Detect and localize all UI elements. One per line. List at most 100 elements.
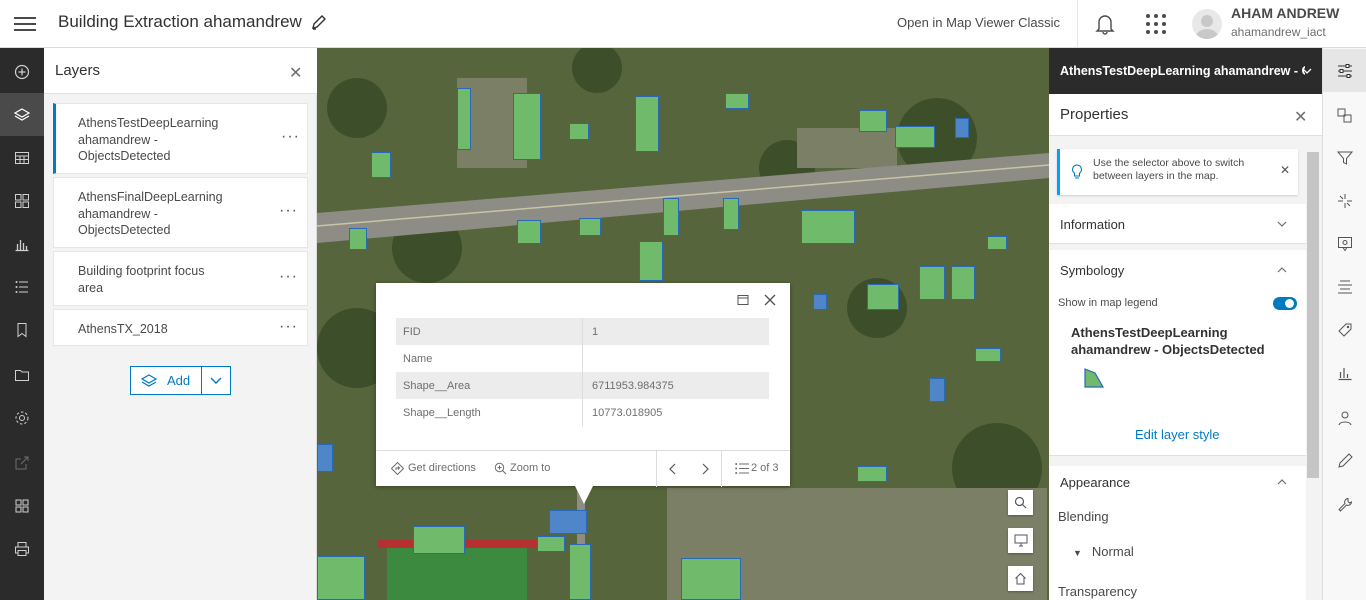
appearance-section: Appearance Blending ▼ Normal Transparency: [1049, 466, 1306, 600]
more-options-icon[interactable]: ···: [279, 268, 298, 286]
field-name: Shape__Area: [403, 380, 471, 392]
add-icon[interactable]: [0, 50, 44, 93]
properties-panel: Properties ✕ Use the selector above to s…: [1049, 94, 1322, 600]
building-footprint: [517, 220, 541, 244]
building-footprint: [537, 536, 565, 552]
styles-icon[interactable]: [1323, 93, 1366, 136]
add-layer-button[interactable]: Add: [130, 366, 202, 395]
building-footprint: [317, 556, 365, 600]
close-icon[interactable]: [764, 294, 776, 306]
table-row: Shape__Area 6711953.984375: [396, 372, 769, 399]
table-icon[interactable]: [0, 136, 44, 179]
add-dropdown-button[interactable]: [201, 366, 231, 395]
building-footprint: [987, 236, 1007, 250]
properties-icon[interactable]: [1323, 49, 1366, 92]
edit-layer-style-link[interactable]: Edit layer style: [1135, 427, 1220, 442]
more-options-icon[interactable]: ···: [279, 202, 298, 220]
building-footprint: [663, 198, 679, 236]
search-button[interactable]: [1008, 490, 1033, 515]
field-value: 6711953.984375: [592, 380, 674, 392]
configure-icon[interactable]: [1323, 396, 1366, 439]
layers-icon: [141, 374, 157, 387]
avatar[interactable]: [1192, 9, 1222, 39]
effects-icon[interactable]: [1323, 179, 1366, 222]
chevron-left-icon[interactable]: [668, 463, 678, 475]
building-footprint: [569, 123, 589, 140]
dock-icon[interactable]: [737, 294, 749, 306]
settings-icon[interactable]: [0, 396, 44, 439]
layer-item[interactable]: AthensFinalDeepLearning ahamandrew - Obj…: [53, 177, 308, 248]
tools-icon[interactable]: [1323, 483, 1366, 526]
divider: [656, 451, 657, 487]
more-options-icon[interactable]: ···: [281, 128, 300, 146]
apps-icon[interactable]: [0, 484, 44, 527]
zoom-to-button[interactable]: Zoom to: [510, 462, 550, 474]
building-footprint: [955, 118, 969, 138]
layer-item[interactable]: AthensTX_2018 ···: [53, 309, 308, 346]
chevron-down-icon: [1302, 68, 1312, 74]
symbol-layer-name: AthensTestDeepLearning ahamandrew - Obje…: [1071, 325, 1265, 357]
layer-selector[interactable]: AthensTestDeepLearning ahamandrew - Obje…: [1049, 48, 1322, 94]
sketch-icon[interactable]: [1323, 439, 1366, 482]
home-button[interactable]: [1008, 566, 1033, 591]
legend-toggle-label: Show in map legend: [1058, 297, 1158, 309]
selected-layer-name: AthensTestDeepLearning ahamandrew - Obje…: [1060, 64, 1305, 78]
chevron-up-icon[interactable]: [1277, 478, 1287, 486]
building-footprint: [371, 152, 391, 178]
table-row: FID 1: [396, 318, 769, 345]
app-launcher-icon[interactable]: [1145, 13, 1167, 35]
chevron-up-icon[interactable]: [1277, 266, 1287, 274]
layers-icon[interactable]: [0, 93, 44, 136]
feature-popup: FID 1 Name Shape__Area 6711953.984375 Sh…: [376, 283, 790, 487]
directions-icon: [391, 462, 404, 475]
screen-button[interactable]: [1008, 528, 1033, 553]
chevron-down-icon[interactable]: [1277, 220, 1287, 228]
share-icon[interactable]: [0, 441, 44, 484]
user-name[interactable]: AHAM ANDREW: [1231, 5, 1339, 21]
layer-item[interactable]: AthensTestDeepLearning ahamandrew - Obje…: [53, 103, 308, 174]
charts-icon[interactable]: [0, 222, 44, 265]
right-toolbar: [1322, 48, 1366, 600]
building-footprint: [857, 466, 887, 482]
pencil-icon[interactable]: [310, 14, 328, 32]
field-name: Shape__Length: [403, 407, 481, 419]
menu-icon[interactable]: [14, 14, 36, 34]
layer-label: Building footprint focus area: [78, 264, 205, 295]
print-icon[interactable]: [0, 527, 44, 570]
more-options-icon[interactable]: ···: [279, 318, 298, 336]
popups-icon[interactable]: [1323, 222, 1366, 265]
scrollbar[interactable]: [1307, 152, 1319, 478]
section-title: Appearance: [1060, 475, 1131, 490]
symbology-section: Symbology Show in map legend AthensTestD…: [1049, 250, 1306, 456]
chevron-right-icon[interactable]: [700, 463, 710, 475]
home-icon: [1015, 572, 1026, 585]
blending-label: Blending: [1058, 509, 1109, 524]
open-classic-link[interactable]: Open in Map Viewer Classic: [897, 15, 1060, 30]
legend-toggle[interactable]: [1273, 297, 1297, 310]
folder-icon[interactable]: [0, 353, 44, 396]
layer-item[interactable]: Building footprint focus area ···: [53, 251, 308, 306]
notification-bell-icon[interactable]: [1094, 12, 1116, 36]
blending-select[interactable]: ▼ Normal: [1073, 544, 1134, 559]
close-icon[interactable]: ✕: [1280, 163, 1290, 177]
field-value: 10773.018905: [592, 407, 663, 419]
building-footprint: [579, 218, 601, 236]
caret-down-icon: ▼: [1073, 548, 1082, 558]
popup-footer: Get directions Zoom to 2 of 3: [376, 450, 790, 487]
app-header: Building Extraction ahamandrew Open in M…: [0, 0, 1366, 48]
feature-pager[interactable]: 2 of 3: [751, 462, 779, 474]
labels-icon[interactable]: [1323, 308, 1366, 351]
bookmark-icon[interactable]: [0, 308, 44, 351]
information-section[interactable]: Information: [1049, 204, 1306, 244]
close-icon[interactable]: ✕: [289, 63, 302, 83]
legend-icon[interactable]: [0, 265, 44, 308]
search-icon: [1014, 496, 1027, 509]
chart-settings-icon[interactable]: [1323, 351, 1366, 394]
filter-icon[interactable]: [1323, 136, 1366, 179]
get-directions-button[interactable]: Get directions: [408, 462, 476, 474]
fields-icon[interactable]: [1323, 265, 1366, 308]
field-name: Name: [403, 353, 433, 365]
building-footprint: [457, 88, 471, 150]
close-icon[interactable]: ✕: [1294, 107, 1307, 127]
basemap-icon[interactable]: [0, 179, 44, 222]
